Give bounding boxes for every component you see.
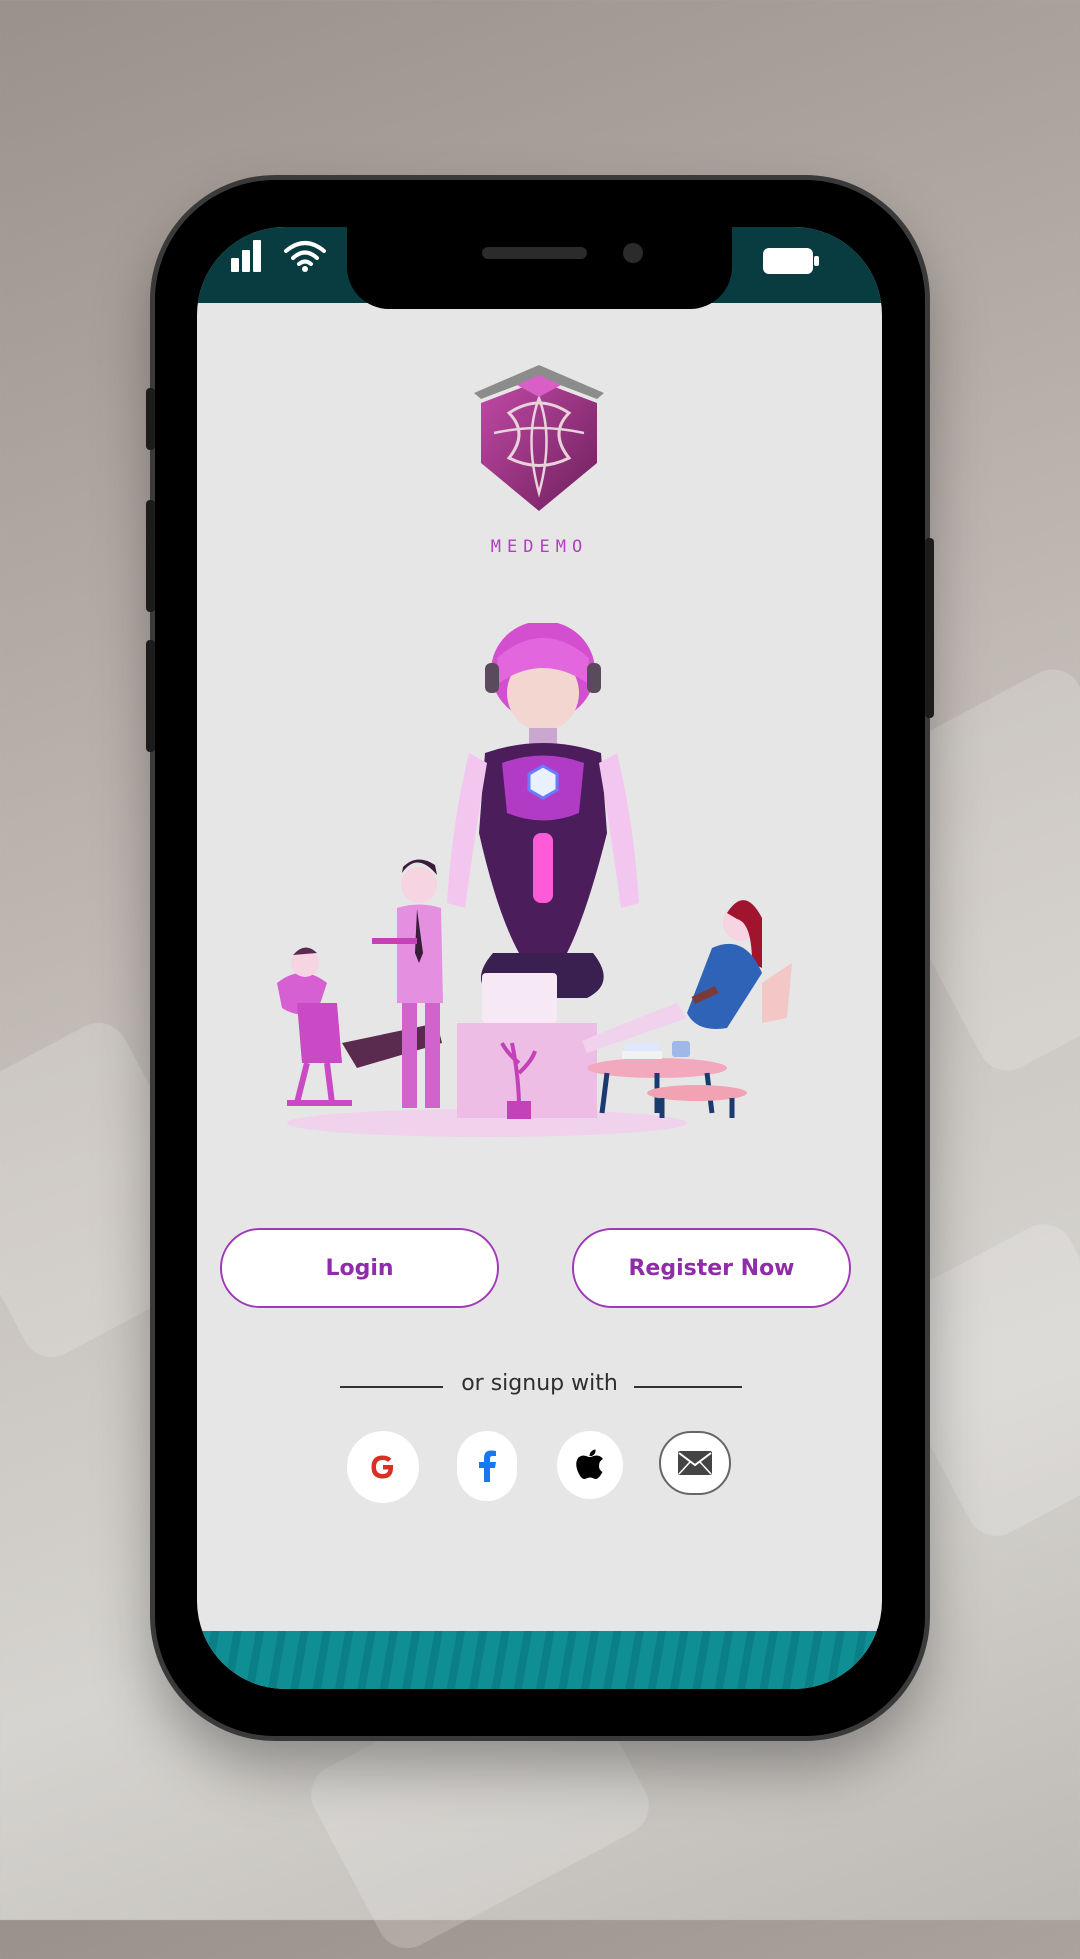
signup-divider-text: or signup with (461, 1371, 618, 1396)
login-button[interactable]: Login (220, 1228, 499, 1308)
front-camera (623, 243, 643, 263)
signup-divider: or signup with (197, 1371, 882, 1401)
mail-icon (678, 1451, 712, 1475)
logo-emblem-icon (474, 365, 604, 511)
speaker-grill (482, 247, 587, 259)
notch (347, 227, 732, 309)
phone-screen: MEDEMO Login Register Now or signup with (197, 227, 882, 1689)
brand-name: MEDEMO (490, 537, 589, 557)
email-signup-button[interactable] (659, 1431, 731, 1495)
bottom-bar (197, 1631, 882, 1689)
register-now-button[interactable]: Register Now (572, 1228, 851, 1308)
cellular-signal-icon (231, 240, 261, 272)
apple-icon (576, 1449, 603, 1479)
wifi-icon (284, 241, 326, 272)
volume-down-button (146, 640, 155, 752)
hero-illustration (257, 621, 817, 1143)
volume-up-button (146, 500, 155, 612)
phone-frame: MEDEMO Login Register Now or signup with (146, 180, 934, 1736)
robot-office-illustration (277, 621, 792, 1137)
apple-signup-button[interactable] (557, 1431, 623, 1499)
facebook-icon (479, 1450, 496, 1482)
facebook-signup-button[interactable] (457, 1431, 517, 1501)
google-signup-button[interactable] (347, 1431, 419, 1503)
mute-switch (146, 388, 155, 450)
power-button (925, 538, 934, 718)
divider-line-right (634, 1386, 742, 1388)
welcome-content: MEDEMO Login Register Now or signup with (197, 303, 882, 1631)
app-logo (469, 363, 609, 518)
google-icon (371, 1455, 394, 1479)
battery-icon (763, 248, 819, 274)
